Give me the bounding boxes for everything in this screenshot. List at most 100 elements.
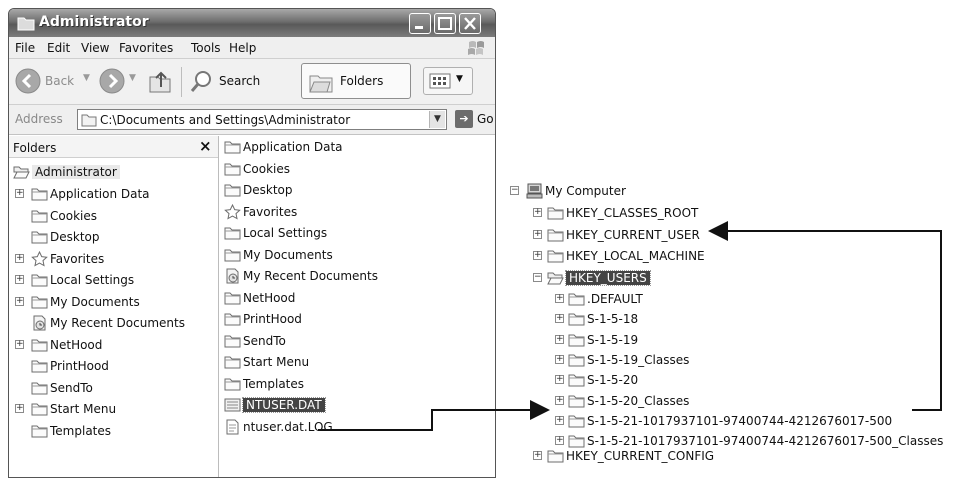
- registry-key-item-label: S-1-5-19: [587, 332, 639, 347]
- folder-icon: [568, 354, 585, 367]
- sid-to-current-user-arrow: [708, 221, 942, 411]
- folder-icon: [224, 335, 241, 347]
- address-dropdown-icon[interactable]: ▼: [429, 111, 445, 128]
- tree-item-label: Templates: [50, 423, 112, 438]
- menu-favorites[interactable]: Favorites: [119, 41, 173, 55]
- views-button[interactable]: ▼: [423, 67, 473, 95]
- expand-toggle-icon[interactable]: +: [555, 294, 564, 303]
- toolbar-separator: [181, 67, 182, 97]
- open-folder-icon: [13, 166, 30, 179]
- expand-toggle-icon[interactable]: +: [15, 253, 24, 263]
- folder-icon: [568, 313, 585, 326]
- expand-toggle-icon[interactable]: +: [533, 451, 542, 460]
- folders-button[interactable]: Folders: [301, 63, 411, 99]
- folder-icon: [568, 395, 585, 407]
- file-item-label: Desktop: [243, 183, 293, 197]
- go-arrow-icon[interactable]: ➔: [455, 110, 473, 128]
- expand-toggle-icon[interactable]: +: [533, 251, 542, 260]
- back-button[interactable]: Back: [45, 74, 74, 88]
- expand-toggle-icon[interactable]: +: [555, 354, 564, 364]
- close-pane-icon[interactable]: ×: [199, 137, 212, 155]
- expand-toggle-icon[interactable]: +: [555, 334, 564, 344]
- search-icon[interactable]: [189, 69, 213, 95]
- folder-icon: [31, 403, 48, 416]
- folder-icon: [568, 334, 585, 347]
- close-button[interactable]: [459, 13, 481, 34]
- text-file-icon: [226, 419, 239, 434]
- expand-toggle-icon[interactable]: +: [555, 436, 564, 446]
- address-value: C:\Documents and Settings\Administrator: [100, 113, 351, 127]
- folders-pane-header: Folders ×: [9, 136, 218, 158]
- file-item-label: Application Data: [243, 140, 343, 154]
- close-icon: [464, 17, 476, 30]
- menu-help[interactable]: Help: [229, 41, 256, 55]
- menu-tools[interactable]: Tools: [191, 41, 221, 55]
- expand-toggle-icon[interactable]: +: [555, 395, 564, 405]
- recent-docs-icon: [226, 268, 239, 284]
- maximize-button[interactable]: [434, 13, 456, 34]
- expand-toggle-icon[interactable]: +: [533, 208, 542, 217]
- folder-icon: [81, 114, 97, 127]
- folder-icon: [224, 378, 241, 390]
- folder-icon: [224, 163, 241, 175]
- registry-hive-item-label: HKEY_CURRENT_CONFIG: [566, 449, 715, 463]
- tree-item-label: My Documents: [50, 294, 140, 309]
- folder-icon: [224, 141, 241, 154]
- file-list-pane: Application Data Cookies Desktop Favorites L…: [219, 136, 495, 477]
- folder-icon: [224, 356, 241, 369]
- registry-key-item-label: S-1-5-21-1017937101-97400744-4212676017-…: [587, 413, 893, 428]
- folder-icon: [31, 360, 48, 373]
- collapse-toggle-icon[interactable]: −: [510, 186, 519, 195]
- folder-window-icon: [17, 17, 35, 31]
- menu-edit[interactable]: Edit: [47, 41, 70, 55]
- folder-icon: [547, 207, 564, 220]
- file-item-selected-label: NTUSER.DAT: [242, 397, 326, 413]
- expand-toggle-icon[interactable]: +: [555, 415, 564, 425]
- registry-key-item-label: S-1-5-19_Classes: [587, 352, 690, 367]
- expand-toggle-icon[interactable]: +: [533, 229, 542, 239]
- forward-arrow-icon[interactable]: [99, 68, 125, 94]
- folder-icon: [547, 250, 564, 263]
- address-input[interactable]: C:\Documents and Settings\Administrator …: [77, 109, 447, 130]
- file-item-label: Favorites: [243, 204, 298, 219]
- back-dropdown-icon[interactable]: ▼: [83, 73, 90, 83]
- title-bar[interactable]: Administrator: [9, 9, 495, 37]
- menu-view[interactable]: View: [81, 41, 109, 55]
- folder-icon: [224, 313, 241, 326]
- file-item-label: My Documents: [243, 247, 333, 262]
- registry-key-item-label: .DEFAULT: [587, 292, 643, 306]
- go-button[interactable]: Go: [477, 112, 494, 126]
- registry-key-item-label: S-1-5-18: [587, 312, 639, 327]
- expand-toggle-icon[interactable]: +: [15, 296, 24, 306]
- expand-toggle-icon[interactable]: +: [555, 314, 564, 324]
- folder-icon: [31, 296, 48, 308]
- minimize-button[interactable]: [409, 13, 431, 34]
- file-item-label: Templates: [243, 376, 305, 391]
- expand-toggle-icon[interactable]: +: [15, 339, 24, 349]
- tree-item-label: My Recent Documents: [50, 316, 185, 330]
- expand-toggle-icon[interactable]: +: [15, 275, 24, 284]
- up-folder-icon[interactable]: [147, 67, 173, 95]
- open-folder-icon: [547, 272, 564, 284]
- forward-dropdown-icon[interactable]: ▼: [129, 73, 136, 83]
- window-title: Administrator: [39, 14, 149, 30]
- folder-icon: [31, 188, 48, 201]
- expand-toggle-icon[interactable]: +: [15, 404, 24, 413]
- folder-icon: [568, 435, 585, 448]
- file-item-label: My Recent Documents: [243, 269, 378, 283]
- expand-toggle-icon[interactable]: +: [555, 375, 564, 385]
- back-arrow-icon[interactable]: [15, 68, 41, 94]
- menu-file[interactable]: File: [15, 41, 35, 55]
- registry-hive-item-label: HKEY_CLASSES_ROOT: [566, 206, 699, 220]
- folders-pane: Folders × Administrator + Application Data…: [9, 136, 219, 477]
- explorer-window: Administrator File Edit View Favorites T…: [8, 8, 496, 478]
- collapse-toggle-icon[interactable]: −: [533, 272, 542, 282]
- tree-item-label: Desktop: [50, 230, 100, 244]
- registry-root-item-label: My Computer: [545, 184, 626, 198]
- views-dropdown-icon: ▼: [456, 74, 463, 84]
- recent-docs-icon: [33, 315, 46, 331]
- folder-icon: [568, 374, 585, 387]
- star-icon: [224, 203, 241, 220]
- expand-toggle-icon[interactable]: +: [15, 189, 24, 198]
- search-button[interactable]: Search: [219, 74, 260, 88]
